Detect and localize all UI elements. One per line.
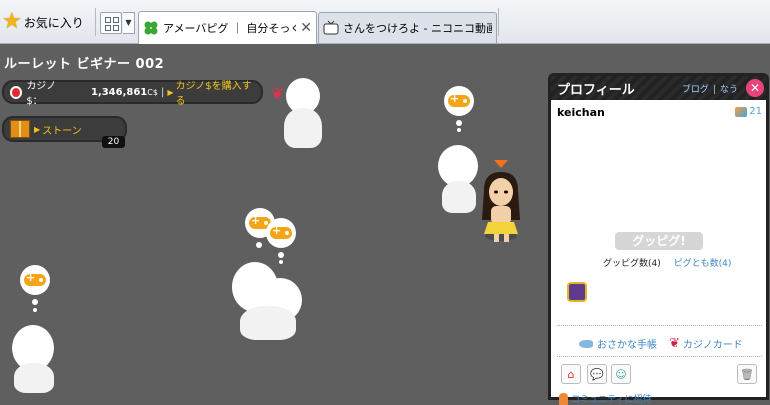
blog-link[interactable]: ブログ [682, 85, 709, 95]
fish-icon [579, 339, 593, 348]
favorites-label: お気に入り [23, 15, 84, 30]
profile-link-row: おさかな手帳 ❦ カジノカード [579, 336, 743, 351]
avatar-body [284, 108, 322, 148]
chat-button[interactable]: 💬 [587, 364, 607, 384]
arrow-icon: ▶ [34, 124, 41, 134]
arrow-icon: ▶ [167, 87, 174, 97]
avatar-silhouette[interactable] [436, 145, 480, 215]
point-icon [735, 106, 748, 117]
buy-casino-link[interactable]: カジノ$を購入する [175, 77, 255, 107]
avatar-body [14, 363, 54, 393]
toolbar-divider [498, 8, 499, 36]
profile-title: プロフィール [557, 82, 635, 98]
nau-link[interactable]: なう [720, 85, 738, 95]
bubble-dot [256, 242, 262, 248]
tv-icon [323, 20, 339, 36]
tab-nicovideo[interactable]: さんをつけろよ - ニコニコ動画(... [318, 12, 497, 43]
good-count: グッピグ数(4) [603, 259, 661, 269]
link-divider: | [712, 85, 716, 95]
casino-card-link[interactable]: カジノカード [683, 336, 743, 351]
casino-label: カジノ$： [26, 81, 57, 107]
home-icon: ⌂ [567, 367, 575, 381]
invite-label: コミュニティに招待 [571, 395, 652, 405]
browser-toolbar: ★ お気に入り ▼ アメーバピグ ｜ 自分そっく... ✕ さんをつけろよ - … [0, 0, 770, 44]
casino-chip-icon [10, 85, 23, 99]
bubble-dot [457, 128, 461, 132]
avatar-silhouette[interactable] [276, 78, 326, 148]
casino-amount: 1,346,861 [90, 86, 148, 98]
good-pigg-button[interactable]: グッピグ! [615, 232, 703, 250]
quick-tabs-button[interactable] [100, 12, 122, 34]
avatar-silhouette[interactable] [232, 262, 304, 344]
tab-title: アメーバピグ ｜ 自分そっく... [163, 22, 296, 35]
points-value: 21 [749, 106, 762, 117]
divider: | [160, 86, 165, 98]
friend-count-link[interactable]: ピグとも数(4) [674, 259, 732, 269]
avatar-keichan[interactable] [478, 160, 524, 250]
gamepad-icon [270, 224, 292, 239]
profile-header: プロフィール ブログ | なう ✕ [551, 76, 766, 100]
avatar-silhouette[interactable] [10, 325, 58, 395]
face-icon: ☺ [615, 367, 627, 381]
trash-button[interactable]: 🗑 [737, 364, 757, 384]
gamepad-bubble[interactable] [444, 86, 474, 116]
bubble-dot [32, 299, 38, 305]
profile-links: ブログ | なう [680, 82, 740, 95]
gamepad-icon [448, 92, 470, 107]
profile-stats: グッピグ数(4) ピグとも数(4) [603, 256, 731, 269]
butterfly-icon: ❦ [669, 336, 680, 351]
profile-body: keichan 21 グッピグ! グッピグ数(4) ピグとも数(4) おさかな手… [551, 100, 766, 405]
pigg-face-button[interactable]: ☺ [611, 364, 631, 384]
casino-unit: C$ [147, 87, 158, 97]
divider [557, 325, 762, 326]
points-badge[interactable]: 21 [735, 106, 762, 117]
avatar-body [442, 181, 476, 213]
person-icon [559, 392, 568, 405]
toolbar-divider [95, 8, 96, 36]
star-icon: ★ [2, 9, 22, 34]
close-icon[interactable]: ✕ [746, 79, 764, 97]
trash-icon: 🗑 [740, 367, 754, 381]
home-button[interactable]: ⌂ [561, 364, 581, 384]
tab-list-dropdown[interactable]: ▼ [123, 12, 135, 34]
bubble-dot [33, 308, 37, 312]
profile-username: keichan [557, 106, 605, 119]
profile-panel: プロフィール ブログ | なう ✕ keichan 21 グッピグ! グッピグ数(4… [548, 73, 769, 405]
stone-label: ストーン [42, 125, 82, 137]
bubble-dot [278, 252, 284, 258]
tab-close-icon[interactable]: ✕ [300, 20, 312, 36]
gamepad-icon [24, 271, 46, 286]
shield-badge-icon[interactable] [567, 282, 587, 302]
tab-ameba-pigg[interactable]: アメーバピグ ｜ 自分そっく... ✕ [138, 11, 317, 44]
tab-title: さんをつけろよ - ニコニコ動画(... [343, 22, 492, 35]
treasure-box-icon [10, 120, 30, 138]
fish-notebook-link[interactable]: おさかな手帳 [597, 336, 657, 351]
stone-count-badge: 20 [102, 136, 125, 148]
casino-balance-bar: カジノ$： 1,346,861 C$ | ▶ カジノ$を購入する [2, 77, 263, 107]
room-title: ルーレット ビギナー 002 [4, 57, 165, 72]
favorites-button[interactable]: ★ お気に入り [2, 9, 84, 35]
avatar-body [240, 306, 296, 340]
gamepad-bubble[interactable] [266, 218, 296, 248]
bubble-dot [456, 120, 462, 126]
divider [557, 356, 762, 357]
speech-bubble-icon: 💬 [590, 367, 604, 381]
clover-icon [143, 20, 159, 36]
gamepad-bubble[interactable] [20, 265, 50, 295]
invite-community-link[interactable]: コミュニティに招待 [559, 392, 651, 405]
